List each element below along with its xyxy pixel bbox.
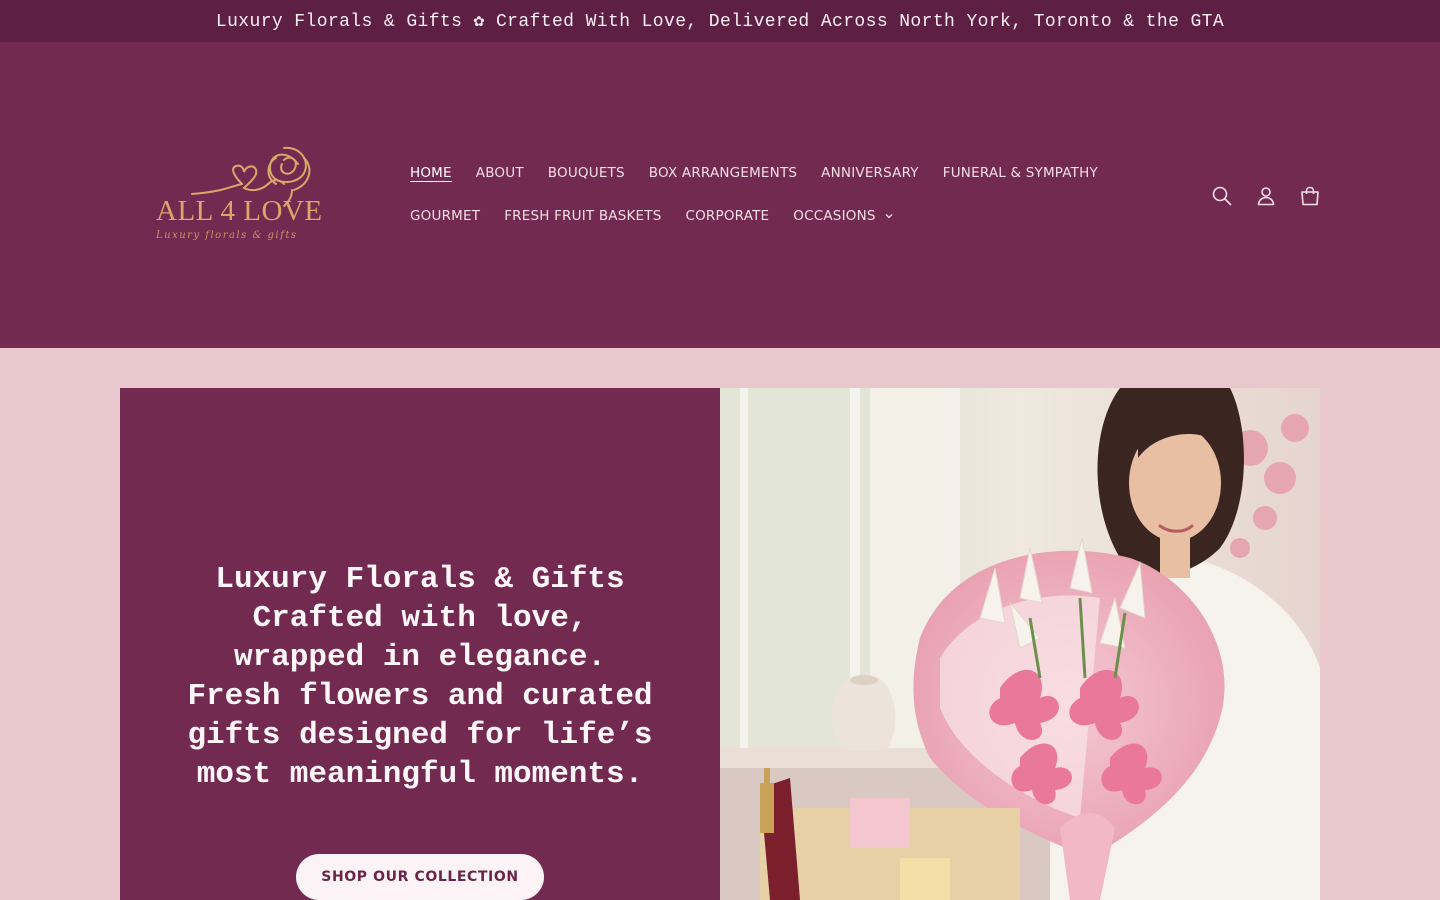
hero-image: [720, 388, 1320, 900]
rose-heart-logo: ALL 4 LOVE Luxury florals & gifts: [155, 146, 323, 241]
search-button[interactable]: [1206, 180, 1238, 212]
nav-row-1: HOME ABOUT BOUQUETS BOX ARRANGEMENTS ANN…: [410, 160, 1150, 186]
account-icon: [1257, 187, 1275, 206]
announcement-text: Luxury Florals & Gifts ✿ Crafted With Lo…: [215, 12, 1225, 32]
nav-row-2: GOURMET FRESH FRUIT BASKETS CORPORATE OC…: [410, 203, 1150, 229]
hero-text-panel: Luxury Florals & Gifts Crafted with love…: [120, 388, 720, 900]
shop-collection-button[interactable]: SHOP OUR COLLECTION: [296, 854, 544, 900]
hero-photo-illustration: [720, 388, 1320, 900]
nav-item-anniversary[interactable]: ANNIVERSARY: [821, 165, 919, 181]
header-icons: [1206, 180, 1338, 212]
main-nav: HOME ABOUT BOUQUETS BOX ARRANGEMENTS ANN…: [410, 160, 1150, 229]
hero-banner: Luxury Florals & Gifts Crafted with love…: [120, 388, 1320, 900]
nav-item-fresh-fruit-baskets[interactable]: FRESH FRUIT BASKETS: [504, 208, 661, 224]
account-button[interactable]: [1250, 180, 1282, 212]
logo-tagline: Luxury florals & gifts: [155, 230, 297, 241]
announcement-bar: Luxury Florals & Gifts ✿ Crafted With Lo…: [0, 0, 1440, 42]
site-header: ALL 4 LOVE Luxury florals & gifts HOME A…: [0, 42, 1440, 348]
search-icon: [1212, 186, 1232, 206]
hero-heading: Luxury Florals & Gifts Crafted with love…: [187, 562, 653, 792]
nav-item-occasions[interactable]: OCCASIONS: [793, 208, 893, 224]
logo[interactable]: ALL 4 LOVE Luxury florals & gifts: [152, 140, 342, 250]
nav-item-occasions-label: OCCASIONS: [793, 208, 876, 224]
nav-item-about[interactable]: ABOUT: [476, 165, 524, 181]
cart-button[interactable]: [1294, 180, 1326, 212]
nav-item-funeral-sympathy[interactable]: FUNERAL & SYMPATHY: [943, 165, 1098, 181]
nav-item-bouquets[interactable]: BOUQUETS: [548, 165, 625, 181]
nav-item-corporate[interactable]: CORPORATE: [685, 208, 769, 224]
nav-item-gourmet[interactable]: GOURMET: [410, 208, 480, 224]
nav-item-home[interactable]: HOME: [410, 165, 452, 181]
logo-brand: ALL 4 LOVE: [156, 195, 323, 227]
nav-item-box-arrangements[interactable]: BOX ARRANGEMENTS: [649, 165, 797, 181]
chevron-down-icon: [885, 214, 893, 219]
cart-icon: [1301, 186, 1319, 206]
